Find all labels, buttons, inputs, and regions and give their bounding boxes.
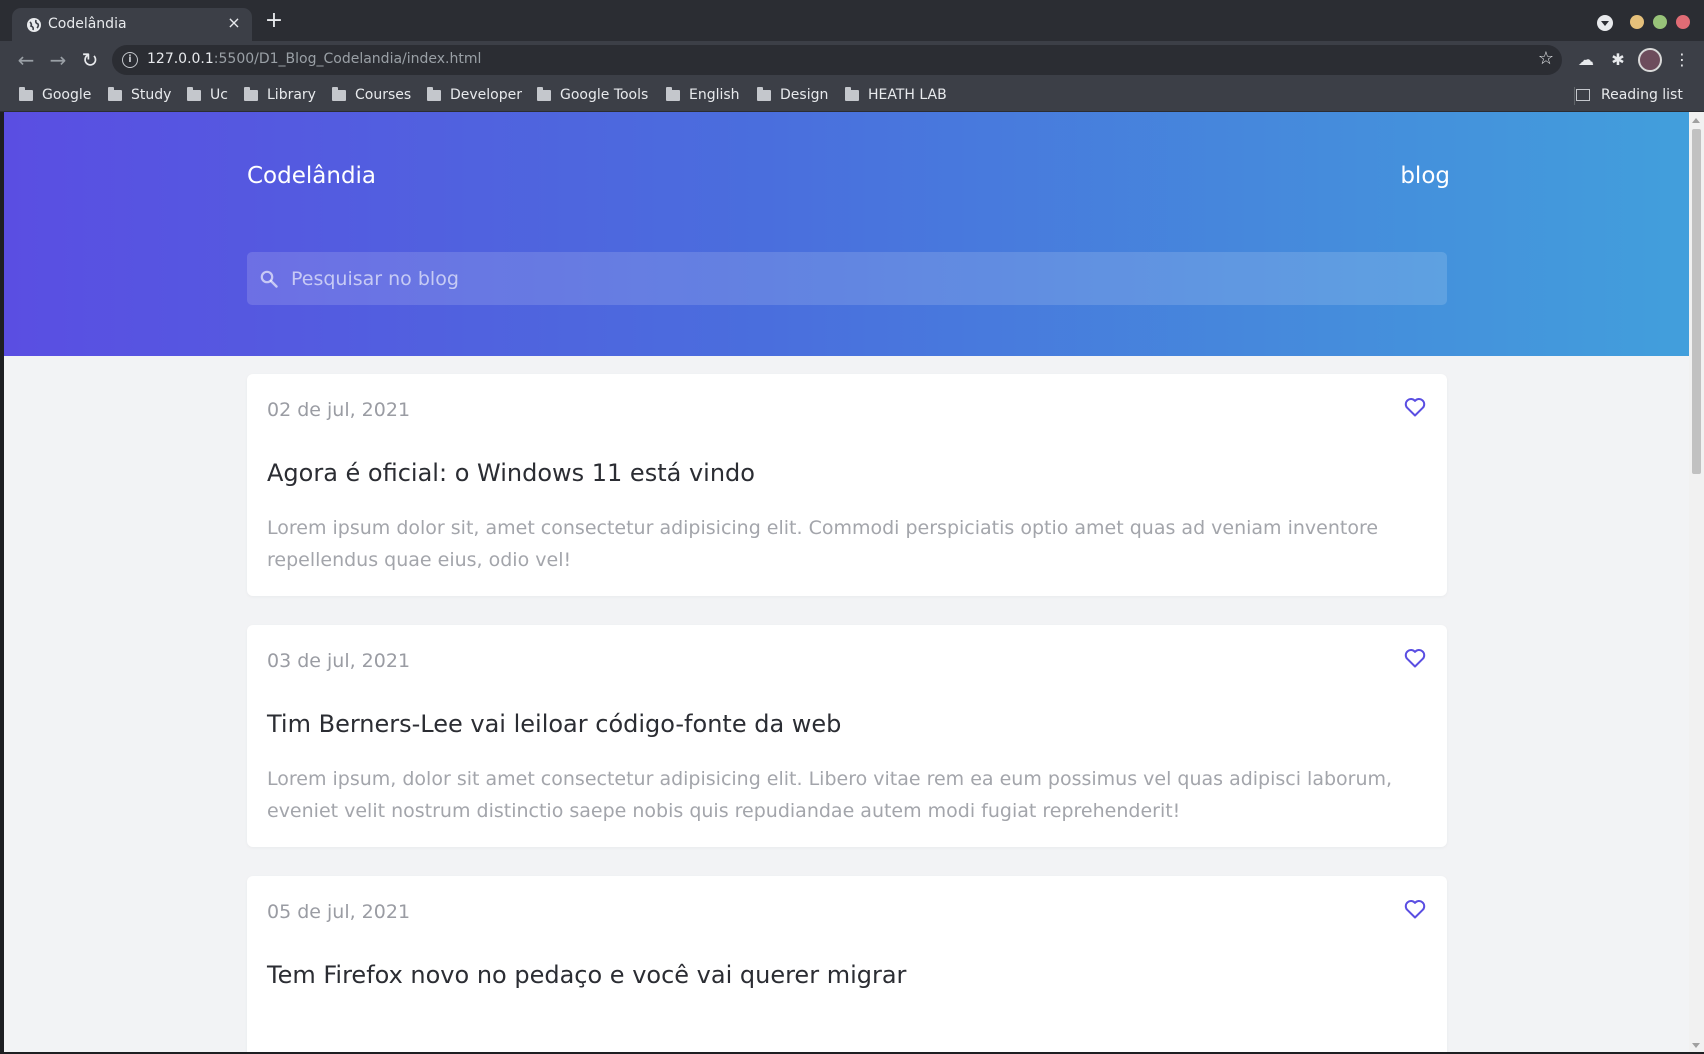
bookmark-courses[interactable]: Courses	[332, 85, 411, 105]
forward-button[interactable]: →	[47, 49, 69, 71]
close-tab-icon[interactable]: ×	[224, 13, 244, 33]
post-date: 03 de jul, 2021	[267, 650, 411, 672]
search-input[interactable]	[291, 252, 1431, 305]
tab-strip: Codelândia × +	[0, 0, 1704, 41]
bookmark-design[interactable]: Design	[757, 85, 828, 105]
folder-icon	[845, 86, 859, 101]
post-excerpt: Lorem ipsum, dolor sit amet consectetur …	[267, 768, 1393, 822]
brand-logo[interactable]: Codelândia	[247, 163, 376, 189]
post-title[interactable]: Tem Firefox novo no pedaço e você vai qu…	[267, 961, 906, 989]
scroll-down-arrow[interactable]	[1692, 1043, 1700, 1048]
bookmark-developer[interactable]: Developer	[427, 85, 522, 105]
address-bar[interactable]: i 127.0.0.1:5500/D1_Blog_Codelandia/inde…	[112, 45, 1562, 75]
browser-toolbar: ← → ↻ i 127.0.0.1:5500/D1_Blog_Codelandi…	[0, 41, 1704, 79]
tab-title: Codelândia	[48, 16, 127, 32]
scroll-up-arrow[interactable]	[1692, 118, 1700, 123]
bookmark-library[interactable]: Library	[244, 85, 316, 105]
bookmark-star-icon[interactable]: ☆	[1538, 48, 1554, 69]
browser-tab[interactable]: Codelândia ×	[12, 8, 252, 41]
globe-icon	[27, 18, 41, 32]
post-date: 02 de jul, 2021	[267, 399, 411, 421]
heart-icon[interactable]	[1403, 897, 1427, 921]
scrollbar-thumb[interactable]	[1692, 129, 1701, 474]
bookmark-google[interactable]: Google	[19, 85, 91, 105]
post-card[interactable]: 05 de jul, 2021 Tem Firefox novo no peda…	[247, 876, 1447, 1052]
reload-button[interactable]: ↻	[79, 49, 101, 71]
bookmark-heath-lab[interactable]: HEATH LAB	[845, 85, 947, 105]
heart-icon[interactable]	[1403, 646, 1427, 670]
heart-icon[interactable]	[1403, 395, 1427, 419]
bookmark-english[interactable]: English	[666, 85, 740, 105]
post-title[interactable]: Tim Berners-Lee vai leiloar código-fonte…	[267, 710, 841, 738]
post-date: 05 de jul, 2021	[267, 901, 411, 923]
bookmark-google-tools[interactable]: Google Tools	[537, 85, 648, 105]
minimize-window-button[interactable]	[1630, 15, 1644, 29]
bookmarks-bar: Google Study Uc Library Courses Develope…	[0, 79, 1704, 112]
close-window-button[interactable]	[1676, 15, 1690, 29]
extensions-icon[interactable]: ✱	[1607, 49, 1629, 71]
back-button[interactable]: ←	[15, 49, 37, 71]
url-text[interactable]: 127.0.0.1:5500/D1_Blog_Codelandia/index.…	[147, 51, 481, 67]
search-icon	[260, 270, 278, 288]
bookmark-uc[interactable]: Uc	[187, 85, 228, 105]
profile-avatar[interactable]	[1638, 48, 1662, 72]
blog-header: Codelândia blog	[4, 112, 1689, 356]
tab-search-icon[interactable]	[1597, 15, 1613, 31]
maximize-window-button[interactable]	[1653, 15, 1667, 29]
cloud-extension-icon[interactable]: ☁	[1575, 49, 1597, 71]
post-card[interactable]: 02 de jul, 2021 Agora é oficial: o Windo…	[247, 374, 1447, 596]
folder-icon	[108, 86, 122, 101]
post-card[interactable]: 03 de jul, 2021 Tim Berners-Lee vai leil…	[247, 625, 1447, 847]
reading-list-icon	[1576, 89, 1590, 101]
folder-icon	[187, 86, 201, 101]
new-tab-button[interactable]: +	[263, 10, 285, 32]
page-viewport: Codelândia blog 02 de jul, 2021 Agora é …	[4, 112, 1689, 1052]
site-info-icon[interactable]: i	[122, 52, 138, 68]
folder-icon	[427, 86, 441, 101]
menu-kebab-icon[interactable]: ⋮	[1671, 49, 1693, 71]
reading-list-button[interactable]: Reading list	[1576, 85, 1683, 105]
folder-icon	[666, 86, 680, 101]
post-excerpt: Lorem ipsum dolor sit, amet consectetur …	[267, 517, 1379, 571]
folder-icon	[332, 86, 346, 101]
bookmarks-divider	[1574, 87, 1575, 105]
post-title[interactable]: Agora é oficial: o Windows 11 está vindo	[267, 459, 755, 487]
nav-link-blog[interactable]: blog	[1400, 163, 1450, 189]
folder-icon	[19, 86, 33, 101]
folder-icon	[537, 86, 551, 101]
search-box[interactable]	[247, 252, 1447, 305]
folder-icon	[757, 86, 771, 101]
bookmark-study[interactable]: Study	[108, 85, 171, 105]
page-scrollbar[interactable]	[1689, 112, 1704, 1054]
folder-icon	[244, 86, 258, 101]
